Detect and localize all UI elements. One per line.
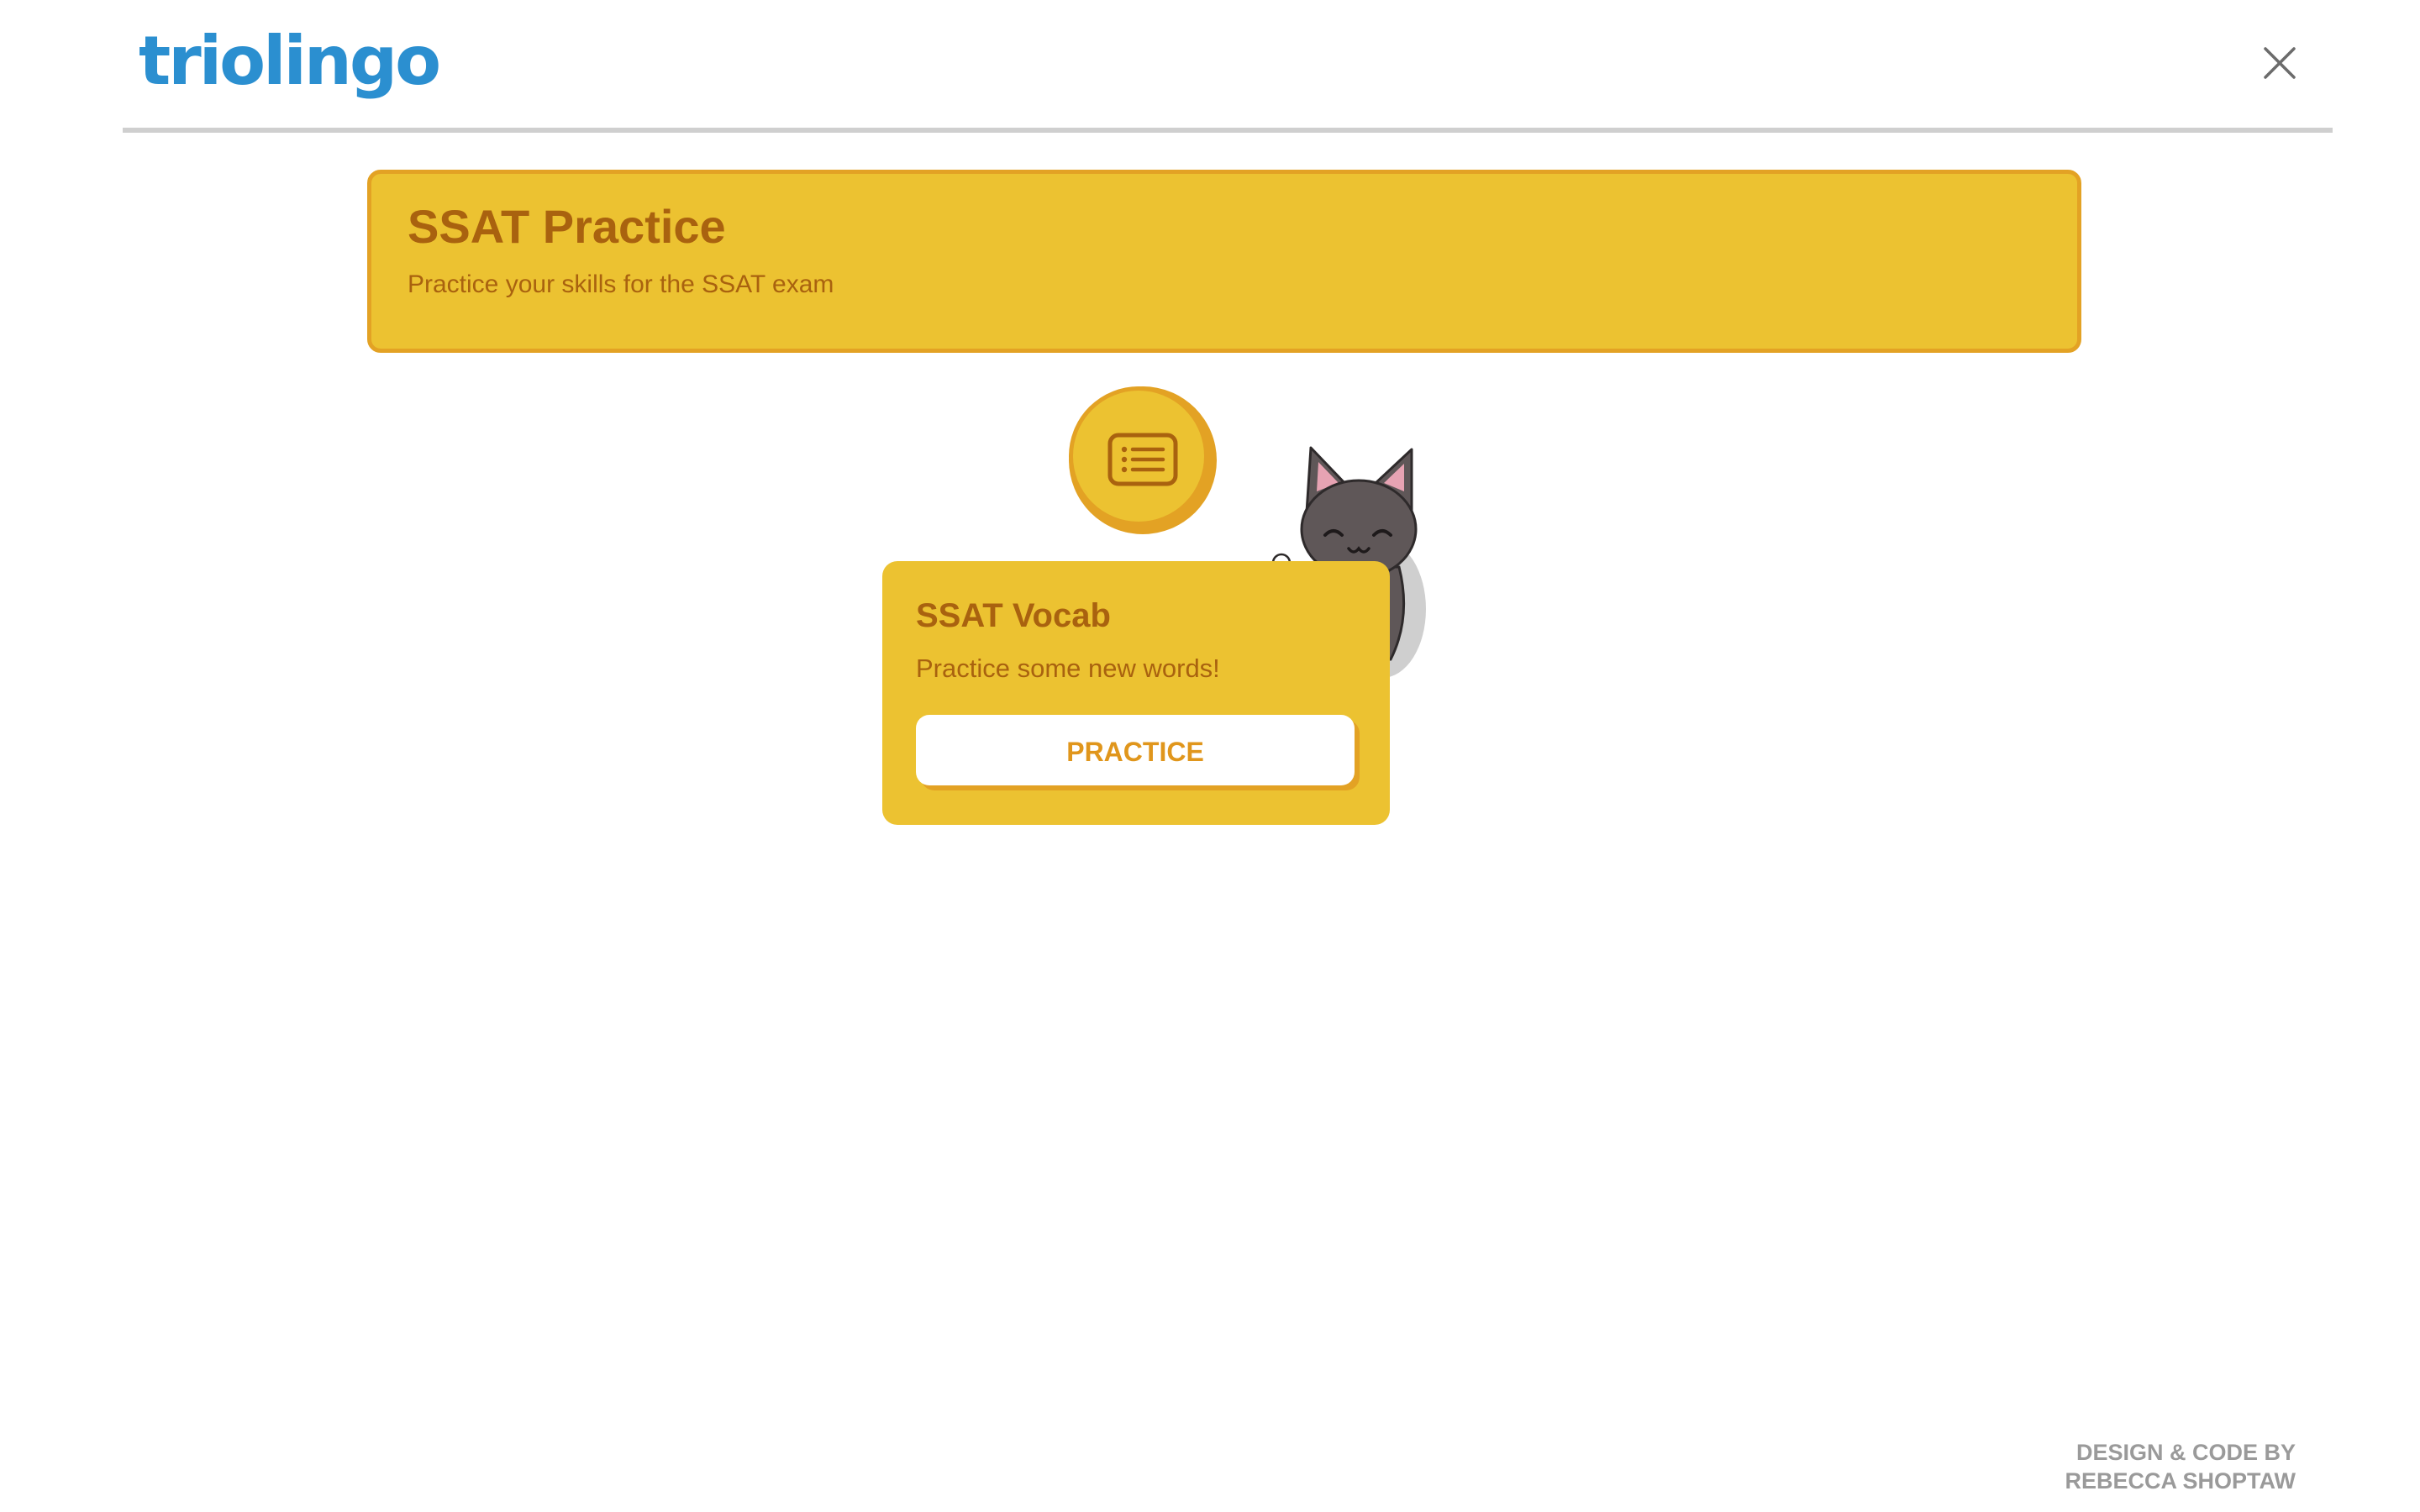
lesson-node-button[interactable] (1069, 386, 1217, 534)
credit-line-1: DESIGN & CODE BY (2075, 1440, 2296, 1465)
lesson-card-title: SSAT Vocab (916, 597, 1111, 634)
lesson-card-subtitle: Practice some new words! (916, 654, 1220, 683)
list-icon (1107, 433, 1178, 486)
lesson-card: SSAT Vocab Practice some new words! PRAC… (882, 561, 1390, 825)
header-divider (123, 128, 2333, 133)
close-button[interactable] (2260, 44, 2299, 82)
footer-credit[interactable]: DESIGN & CODE BY REBECCA SHOPTAW (2065, 1438, 2296, 1495)
practice-button[interactable]: PRACTICE (916, 715, 1355, 785)
banner-title: SSAT Practice (408, 200, 726, 253)
page: triolingo SSAT Practice Practice your sk… (0, 0, 2420, 1512)
close-icon (2264, 47, 2296, 79)
app-logo[interactable]: triolingo (139, 15, 441, 108)
lesson-node-face (1069, 386, 1208, 526)
practice-banner: SSAT Practice Practice your skills for t… (367, 170, 2081, 353)
credit-line-2: REBECCA SHOPTAW (2065, 1468, 2296, 1494)
banner-subtitle: Practice your skills for the SSAT exam (408, 270, 834, 298)
